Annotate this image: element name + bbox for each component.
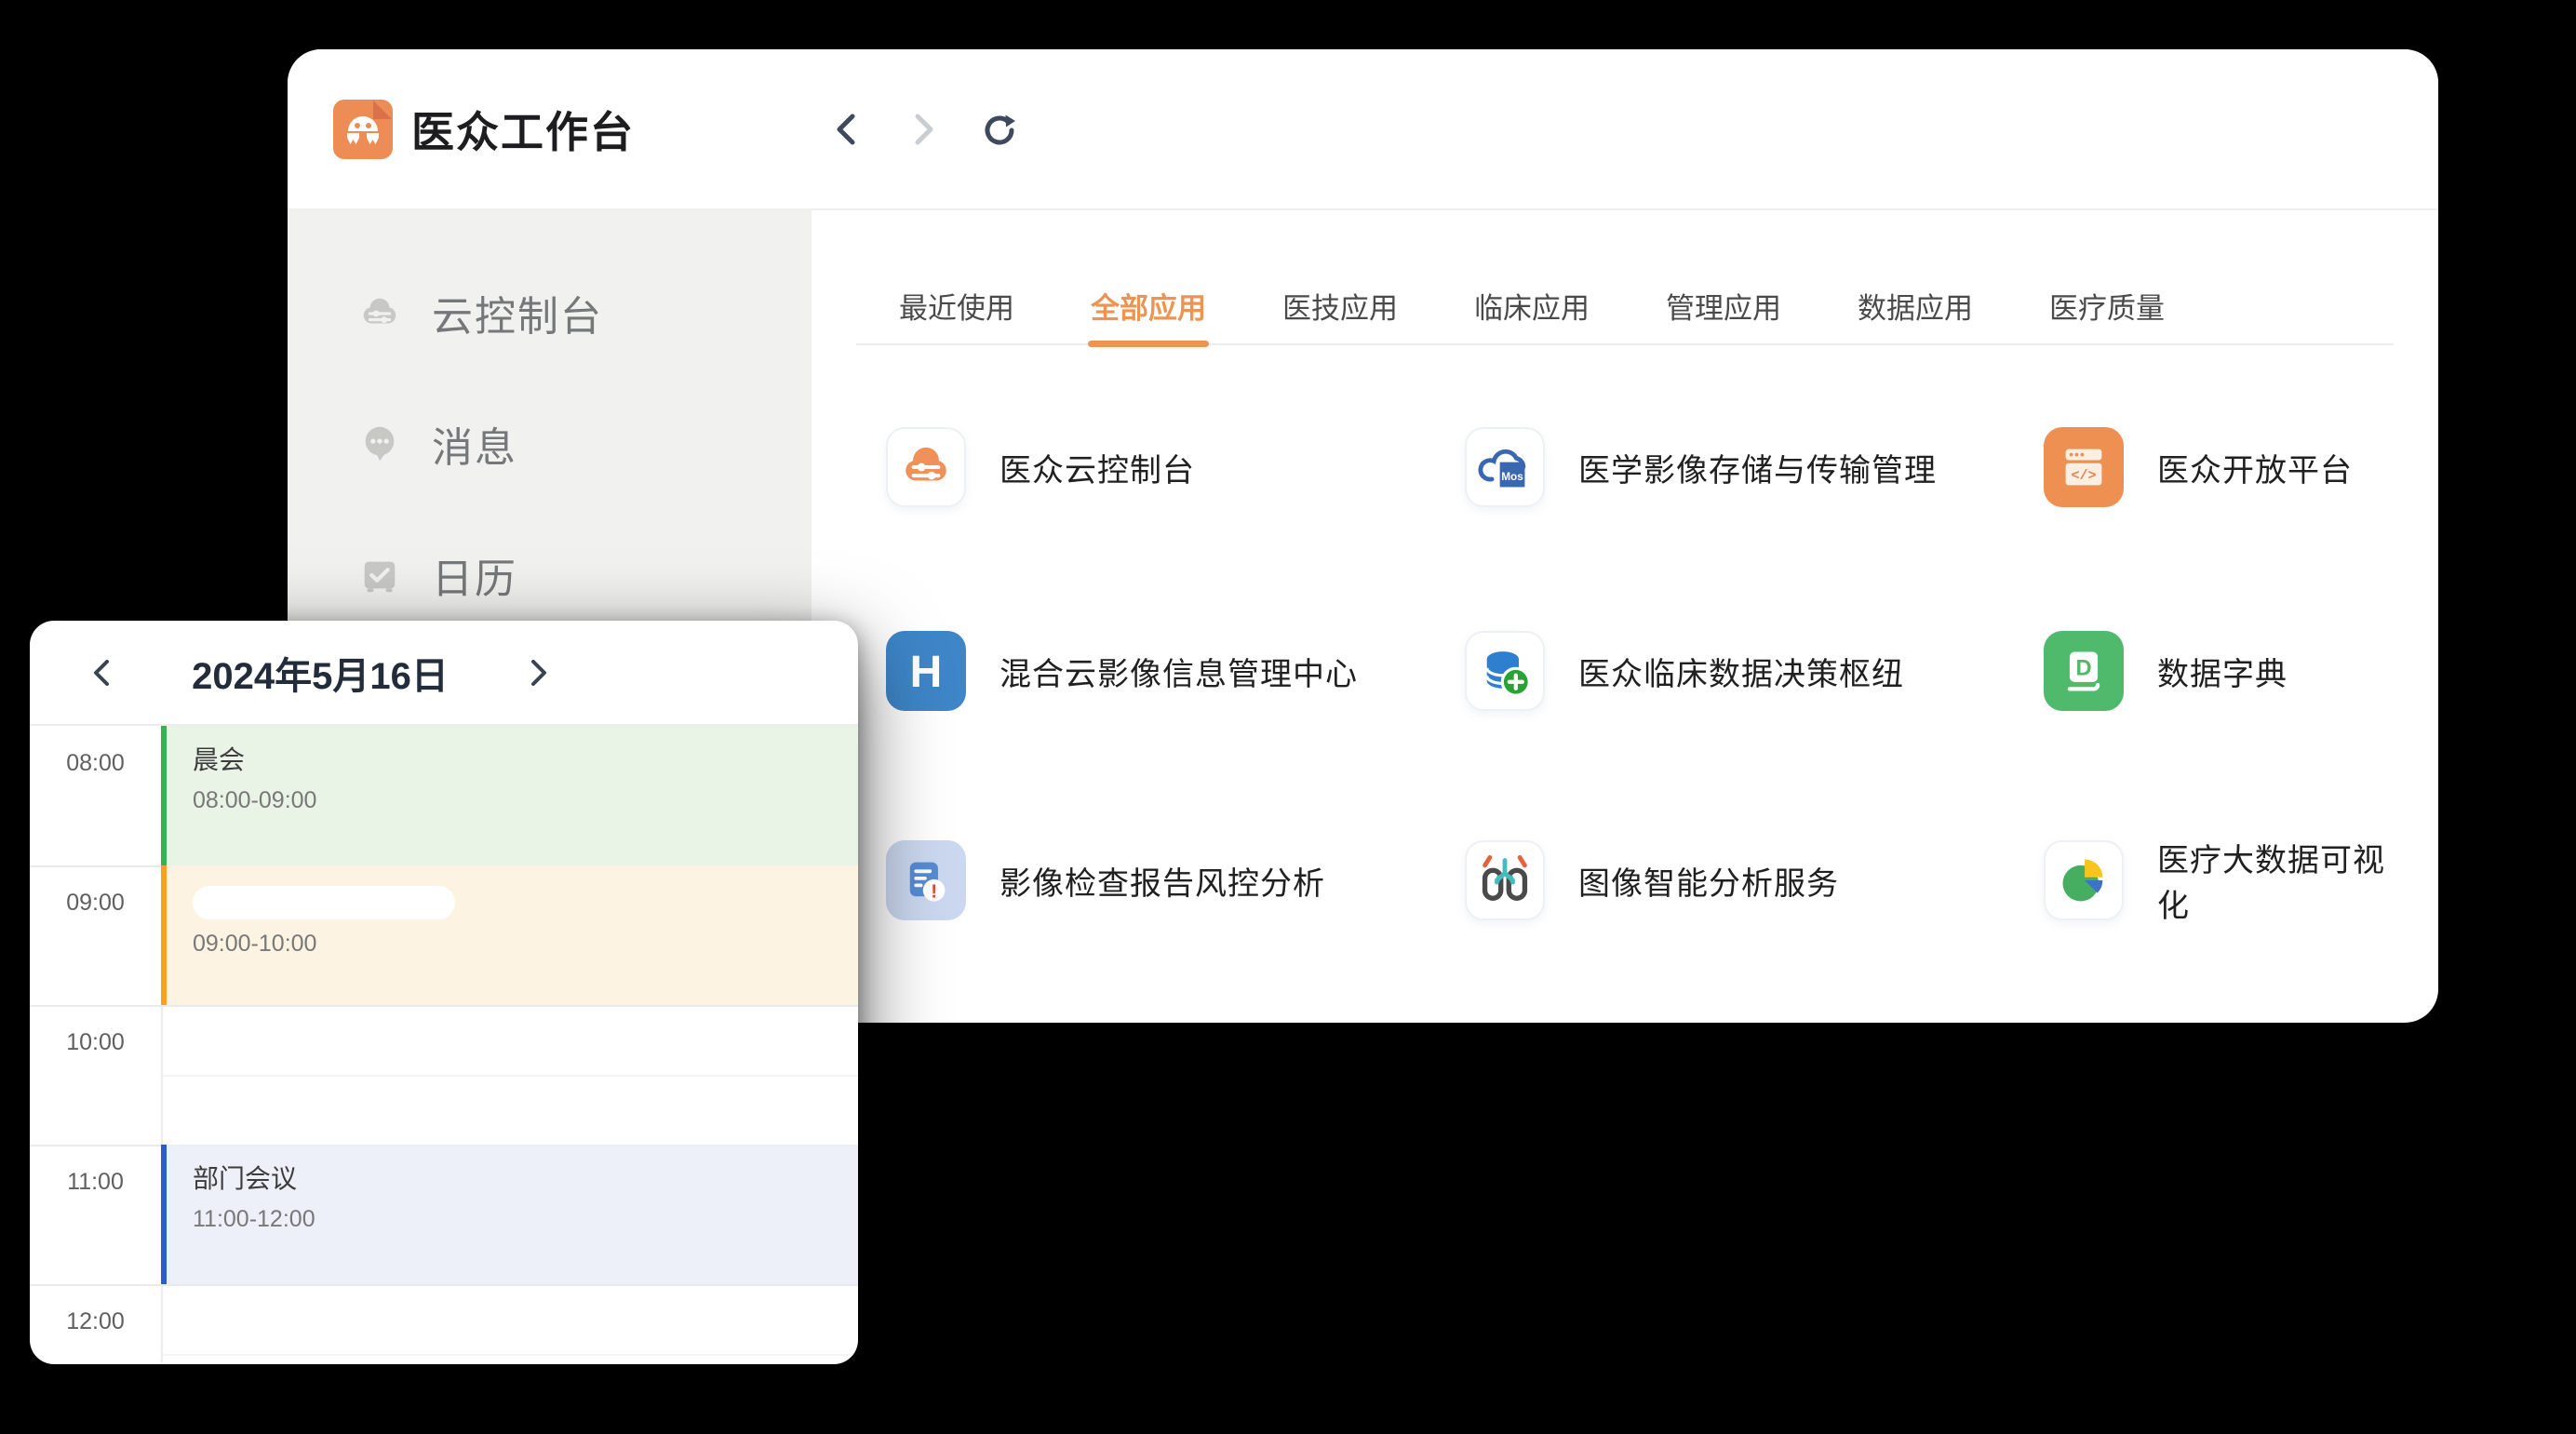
tab-clinical[interactable]: 临床应用	[1474, 285, 1590, 343]
app-label: 影像检查报告风控分析	[1000, 858, 1325, 904]
calendar-event-morning-meeting[interactable]: 晨会 08:00-09:00	[161, 726, 858, 865]
svg-text:Mos: Mos	[1501, 471, 1523, 483]
app-big-data-visualization[interactable]: 医疗大数据可视化	[2044, 835, 2394, 926]
event-title: 晨会	[193, 744, 858, 776]
app-label: 医学影像存储与传输管理	[1578, 445, 1937, 490]
forward-icon[interactable]	[905, 111, 942, 148]
calendar-header: 2024年5月16日	[30, 621, 858, 726]
back-icon[interactable]	[828, 111, 865, 148]
sidebar-item-label: 消息	[432, 414, 517, 474]
calendar-panel: 2024年5月16日 08:00 09:00 10:00 11:00 12:00…	[30, 621, 858, 1364]
event-time: 08:00-09:00	[193, 787, 858, 814]
app-label: 医众开放平台	[2157, 445, 2353, 490]
open-platform-icon: </>	[2044, 427, 2124, 507]
app-clinical-data-hub[interactable]: 医众临床数据决策枢纽	[1465, 631, 2044, 711]
app-imaging-storage[interactable]: Mos 医学影像存储与传输管理	[1465, 427, 2044, 507]
app-hybrid-cloud-center[interactable]: H 混合云影像信息管理中心	[886, 631, 1465, 711]
time-label: 08:00	[30, 750, 161, 777]
app-grid: 医众云控制台 Mos 医学影像存储与传输管理	[856, 427, 2394, 926]
calendar-prev-icon[interactable]	[87, 657, 119, 689]
hour-gridline	[30, 1284, 858, 1286]
calendar-date-title: 2024年5月16日	[119, 646, 521, 700]
clinical-database-icon	[1465, 631, 1545, 711]
sidebar-item-cloud-console[interactable]: 云控制台	[288, 283, 812, 342]
app-cloud-console[interactable]: 医众云控制台	[886, 427, 1465, 507]
app-report-risk-analysis[interactable]: ! 影像检查报告风控分析	[886, 835, 1465, 926]
app-label: 医众云控制台	[1000, 445, 1195, 490]
cloud-sliders-icon	[886, 427, 966, 507]
svg-text:</>: </>	[2071, 467, 2096, 484]
calendar-icon	[358, 554, 401, 596]
content-area: 最近使用 全部应用 医技应用 临床应用 管理应用 数据应用 医疗质量	[812, 210, 2438, 1021]
app-category-tabs: 最近使用 全部应用 医技应用 临床应用 管理应用 数据应用 医疗质量	[856, 285, 2394, 345]
data-dictionary-icon: D	[2044, 631, 2124, 711]
report-risk-icon: !	[886, 840, 966, 920]
window-title: 医众工作台	[411, 99, 635, 160]
sidebar-item-messages[interactable]: 消息	[288, 414, 812, 473]
half-hour-gridline	[163, 1354, 858, 1356]
tab-medtech[interactable]: 医技应用	[1282, 285, 1398, 343]
time-label: 09:00	[30, 890, 161, 917]
event-time: 11:00-12:00	[193, 1206, 858, 1233]
app-data-dictionary[interactable]: D 数据字典	[2044, 631, 2394, 711]
sidebar-item-label: 云控制台	[432, 283, 603, 342]
calendar-event-redacted[interactable]: 09:00-10:00	[161, 865, 858, 1005]
hybrid-cloud-icon: H	[886, 631, 966, 711]
calendar-next-icon[interactable]	[521, 657, 553, 689]
app-label: 混合云影像信息管理中心	[1000, 649, 1358, 694]
redacted-event-title	[193, 886, 455, 919]
sidebar-item-calendar[interactable]: 日历	[288, 545, 812, 604]
app-label: 图像智能分析服务	[1578, 858, 1839, 904]
pie-chart-icon	[2044, 840, 2124, 920]
window-header: 医众工作台	[288, 49, 2438, 210]
app-label: 医疗大数据可视化	[2157, 835, 2394, 926]
refresh-icon[interactable]	[981, 111, 1018, 148]
app-image-ai-analysis[interactable]: 图像智能分析服务	[1465, 835, 2044, 926]
tab-management[interactable]: 管理应用	[1666, 285, 1781, 343]
half-hour-gridline	[163, 1075, 858, 1077]
time-label: 11:00	[30, 1169, 161, 1196]
sidebar-item-label: 日历	[432, 545, 517, 605]
app-label: 医众临床数据决策枢纽	[1578, 649, 1904, 694]
app-label: 数据字典	[2157, 649, 2288, 694]
event-time: 09:00-10:00	[193, 931, 858, 958]
calendar-day-view: 08:00 09:00 10:00 11:00 12:00 晨会 08:00-0…	[30, 726, 858, 1362]
app-open-platform[interactable]: </> 医众开放平台	[2044, 427, 2394, 507]
time-label: 12:00	[30, 1308, 161, 1335]
tab-quality[interactable]: 医疗质量	[2049, 285, 2165, 343]
calendar-event-department-meeting[interactable]: 部门会议 11:00-12:00	[161, 1145, 858, 1284]
tab-all-apps[interactable]: 全部应用	[1091, 285, 1206, 343]
messages-icon	[358, 422, 401, 465]
cloud-console-icon	[358, 291, 401, 334]
time-label: 10:00	[30, 1029, 161, 1056]
hour-gridline	[30, 1005, 858, 1007]
lungs-ai-icon	[1465, 840, 1545, 920]
tab-data[interactable]: 数据应用	[1858, 285, 1973, 343]
browser-nav	[828, 111, 1018, 148]
app-logo-icon	[333, 100, 393, 159]
cloud-storage-icon: Mos	[1465, 427, 1545, 507]
svg-text:H: H	[910, 648, 943, 697]
svg-text:!: !	[931, 880, 937, 902]
svg-text:D: D	[2075, 656, 2091, 680]
tab-recent[interactable]: 最近使用	[899, 285, 1014, 343]
event-title: 部门会议	[193, 1163, 858, 1195]
